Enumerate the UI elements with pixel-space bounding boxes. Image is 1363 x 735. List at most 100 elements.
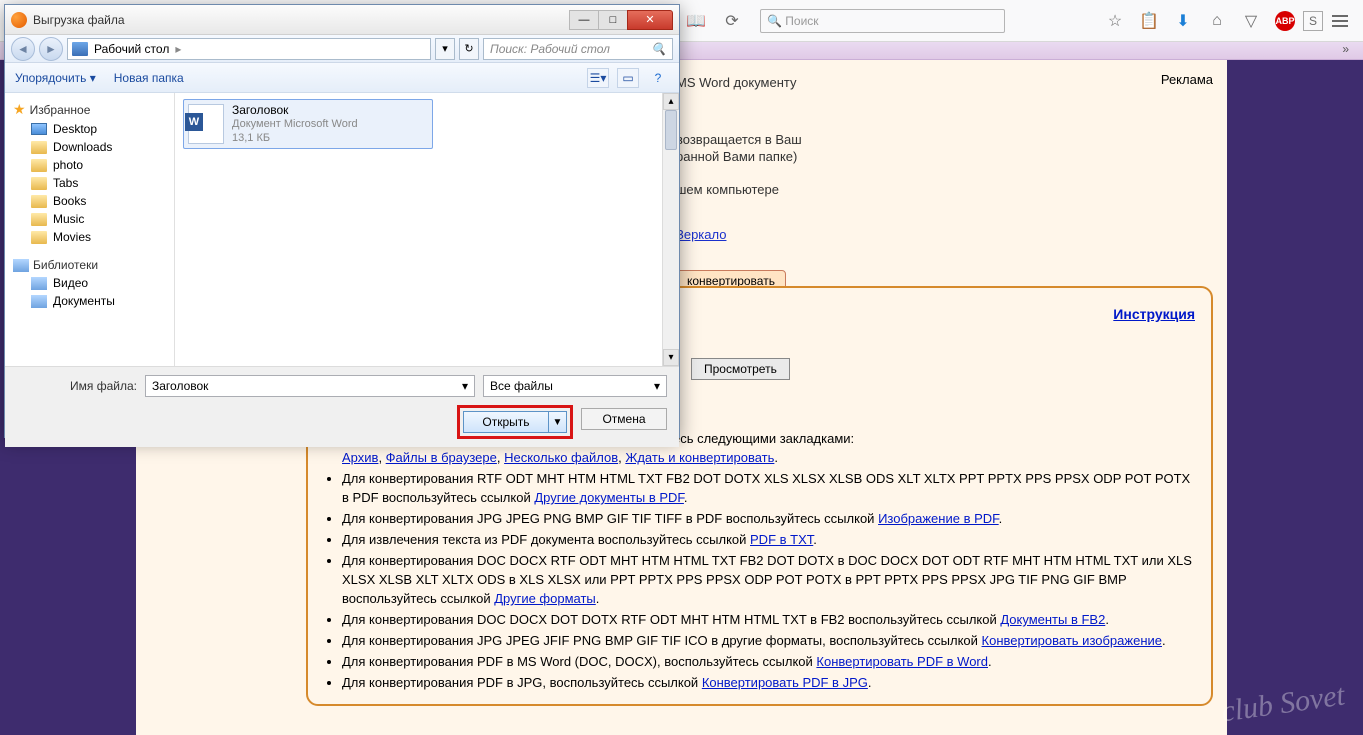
library-icon [13,259,29,272]
pdf-to-txt-link[interactable]: PDF в TXT [750,532,813,547]
file-list[interactable]: Заголовок Документ Microsoft Word 13,1 К… [175,93,679,366]
downloads-icon[interactable]: ⬇ [1167,6,1199,36]
list-item: Для конвертирования JPG JPEG PNG BMP GIF… [342,509,1195,528]
nav-forward-icon[interactable]: ► [39,37,63,61]
filename-input[interactable]: Заголовок▾ [145,375,475,397]
scroll-down-icon[interactable]: ▾ [663,349,679,366]
folder-icon [31,159,47,172]
list-item: Для конвертирования DOC DOCX DOT DOTX RT… [342,610,1195,629]
list-item: Для конвертирования PDF в MS Word (DOC, … [342,652,1195,671]
other-docs-pdf-link[interactable]: Другие документы в PDF [534,490,684,505]
search-placeholder: Поиск [785,14,818,28]
home-icon[interactable]: ⌂ [1201,6,1233,36]
dialog-body: ★Избранное Desktop Downloads photo Tabs … [5,93,679,366]
folder-icon [31,195,47,208]
file-item-selected[interactable]: Заголовок Документ Microsoft Word 13,1 К… [183,99,433,149]
multiple-files-link[interactable]: Несколько файлов [504,450,618,465]
help-bullet-list: Для конвертирования нескольких файлов во… [342,429,1195,692]
sidebar-item-video[interactable]: Видео [9,274,170,292]
sidebar-item-downloads[interactable]: Downloads [9,138,170,156]
filename-label: Имя файла: [17,379,137,393]
sidebar-item-books[interactable]: Books [9,192,170,210]
dialog-search-placeholder: Поиск: Рабочий стол [490,42,610,56]
breadcrumb[interactable]: Рабочий стол ▸ [67,38,431,60]
breadcrumb-label: Рабочий стол [94,42,169,56]
file-size: 13,1 КБ [232,131,358,145]
star-icon: ★ [13,101,26,118]
files-in-browser-link[interactable]: Файлы в браузере [386,450,497,465]
open-button[interactable]: Открыть [463,411,549,433]
help-icon[interactable]: ? [647,68,669,88]
list-item: Для извлечения текста из PDF документа в… [342,530,1195,549]
sidebar-item-documents[interactable]: Документы [9,292,170,310]
page-text-fragment: MS Word документу возвращается в Ваш ран… [676,74,802,243]
open-dropdown-icon[interactable]: ▼ [549,411,567,433]
file-upload-dialog: Выгрузка файла — □ ✕ ◄ ► Рабочий стол ▸ … [4,4,680,438]
organize-menu[interactable]: Упорядочить ▾ [15,71,96,85]
dialog-title: Выгрузка файла [33,13,570,27]
other-formats-link[interactable]: Другие форматы [494,591,596,606]
desktop-icon [72,42,88,56]
vertical-scrollbar[interactable]: ▴ ▾ [662,93,679,366]
dialog-titlebar[interactable]: Выгрузка файла — □ ✕ [5,5,679,35]
docs-to-fb2-link[interactable]: Документы в FB2 [1000,612,1105,627]
reader-mode-icon[interactable]: 📖 [680,6,712,36]
view-mode-icon[interactable]: ☰▾ [587,68,609,88]
menu-icon[interactable] [1325,6,1355,36]
minimize-button[interactable]: — [569,10,599,30]
list-item: Для конвертирования RTF ODT MHT HTM HTML… [342,469,1195,507]
word-doc-icon [188,104,224,144]
firefox-icon [11,12,27,28]
pocket-icon[interactable]: ▽ [1235,6,1267,36]
mirror-link[interactable]: Зеркало [676,227,726,242]
convert-image-link[interactable]: Конвертировать изображение [982,633,1162,648]
documents-lib-icon [31,295,47,308]
pdf-to-word-link[interactable]: Конвертировать PDF в Word [816,654,988,669]
search-icon: 🔍 [767,14,782,28]
bookmark-star-icon[interactable]: ☆ [1099,6,1131,36]
sidebar-item-movies[interactable]: Movies [9,228,170,246]
list-item: Для конвертирования JPG JPEG JFIF PNG BM… [342,631,1195,650]
watermark: club Sovet [1219,679,1347,730]
abp-icon[interactable]: ABP [1269,6,1301,36]
folder-icon [31,141,47,154]
close-button[interactable]: ✕ [627,10,673,30]
wait-and-convert-link[interactable]: Ждать и конвертировать [625,450,774,465]
favorites-header[interactable]: ★Избранное [9,99,170,120]
list-item: Для конвертирования PDF в JPG, воспользу… [342,673,1195,692]
libraries-header[interactable]: Библиотеки [9,256,170,274]
sidebar-item-music[interactable]: Music [9,210,170,228]
nav-back-icon[interactable]: ◄ [11,37,35,61]
file-type: Документ Microsoft Word [232,117,358,131]
dialog-toolbar: Упорядочить ▾ Новая папка ☰▾ ▭ ? [5,63,679,93]
library-icon[interactable]: 📋 [1133,6,1165,36]
folder-icon [31,177,47,190]
search-icon: 🔍 [651,42,666,56]
pdf-to-jpg-link[interactable]: Конвертировать PDF в JPG [702,675,868,690]
browse-button[interactable]: Просмотреть [691,358,790,380]
sidebar-item-tabs[interactable]: Tabs [9,174,170,192]
video-lib-icon [31,277,47,290]
dialog-search-input[interactable]: Поиск: Рабочий стол 🔍 [483,38,673,60]
s-icon[interactable]: S [1303,11,1323,31]
file-name: Заголовок [232,103,358,117]
filetype-filter[interactable]: Все файлы▾ [483,375,667,397]
sidebar-item-photo[interactable]: photo [9,156,170,174]
folder-icon [31,231,47,244]
scroll-thumb[interactable] [665,110,677,150]
breadcrumb-dropdown-icon[interactable]: ▾ [435,38,455,60]
sidebar-item-desktop[interactable]: Desktop [9,120,170,138]
archive-link[interactable]: Архив [342,450,378,465]
cancel-button[interactable]: Отмена [581,408,667,430]
bookmarks-overflow-icon[interactable]: » [1342,42,1349,56]
search-input[interactable]: 🔍 Поиск [760,9,1005,33]
new-folder-button[interactable]: Новая папка [114,71,184,85]
reload-icon[interactable]: ⟳ [716,6,748,36]
preview-pane-icon[interactable]: ▭ [617,68,639,88]
scroll-up-icon[interactable]: ▴ [663,93,679,110]
image-to-pdf-link[interactable]: Изображение в PDF [878,511,999,526]
refresh-icon[interactable]: ↻ [459,38,479,60]
dialog-footer: Имя файла: Заголовок▾ Все файлы▾ Открыть… [5,366,679,447]
maximize-button[interactable]: □ [598,10,628,30]
dialog-sidebar: ★Избранное Desktop Downloads photo Tabs … [5,93,175,366]
